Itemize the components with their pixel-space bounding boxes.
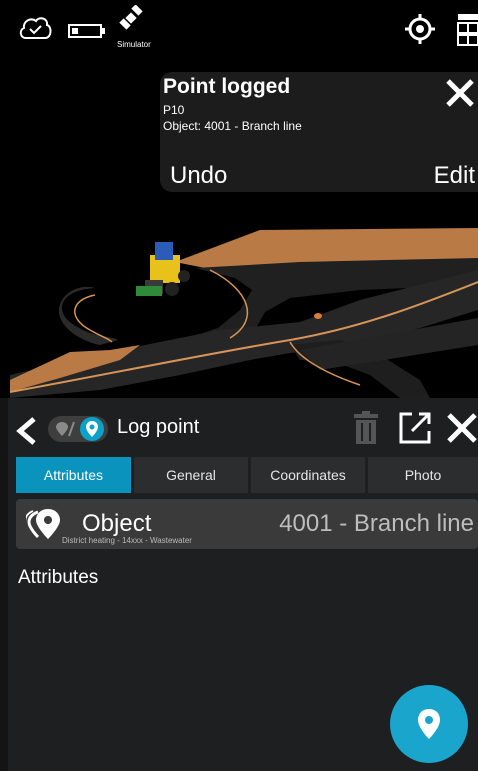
toast-point-id: P10	[163, 103, 185, 117]
layers-icon[interactable]	[456, 12, 478, 46]
toast-object-line: Object: 4001 - Branch line	[163, 119, 302, 133]
open-external-icon[interactable]	[398, 411, 432, 445]
cloud-check-icon[interactable]	[18, 14, 52, 40]
tab-attributes[interactable]: Attributes	[16, 457, 131, 493]
object-subtitle: District heating - 14xxx - Wastewater	[62, 536, 192, 545]
panel-tabs: Attributes General Coordinates Photo	[16, 457, 478, 493]
close-icon[interactable]	[445, 78, 475, 108]
back-chevron-icon[interactable]	[14, 416, 40, 446]
route-pin-icon	[56, 421, 75, 437]
object-pins-icon	[26, 509, 60, 539]
tab-general[interactable]: General	[134, 457, 248, 493]
panel-close-icon[interactable]	[446, 411, 478, 445]
toggle-knob	[80, 417, 104, 441]
object-label: Object	[82, 510, 152, 537]
log-point-fab[interactable]	[390, 685, 468, 763]
trash-icon[interactable]	[352, 411, 380, 445]
tab-photo[interactable]: Photo	[368, 457, 478, 493]
log-mode-toggle[interactable]	[48, 416, 108, 442]
wheel-loader-icon	[136, 242, 190, 296]
point-logged-toast: Point logged P10 Object: 4001 - Branch l…	[160, 72, 478, 192]
attributes-heading: Attributes	[18, 567, 99, 588]
edit-button[interactable]: Edit	[434, 162, 475, 190]
status-bar: Simulator	[0, 0, 478, 50]
object-value: 4001 - Branch line	[279, 510, 474, 537]
undo-button[interactable]: Undo	[170, 162, 227, 190]
simulator-label: Simulator	[117, 40, 151, 49]
location-pin-icon	[418, 709, 440, 739]
road-loop	[58, 286, 118, 345]
map-3d-view[interactable]	[0, 0, 478, 398]
target-icon[interactable]	[405, 14, 435, 44]
panel-title: Log point	[117, 416, 200, 438]
battery-icon	[68, 24, 105, 38]
tab-coordinates[interactable]: Coordinates	[251, 457, 365, 493]
toast-title: Point logged	[163, 75, 291, 98]
location-pin-icon	[86, 421, 98, 437]
object-selector-row[interactable]: Object 4001 - Branch line District heati…	[16, 499, 478, 549]
satellite-icon[interactable]	[118, 5, 144, 35]
log-point-marker	[314, 313, 322, 319]
